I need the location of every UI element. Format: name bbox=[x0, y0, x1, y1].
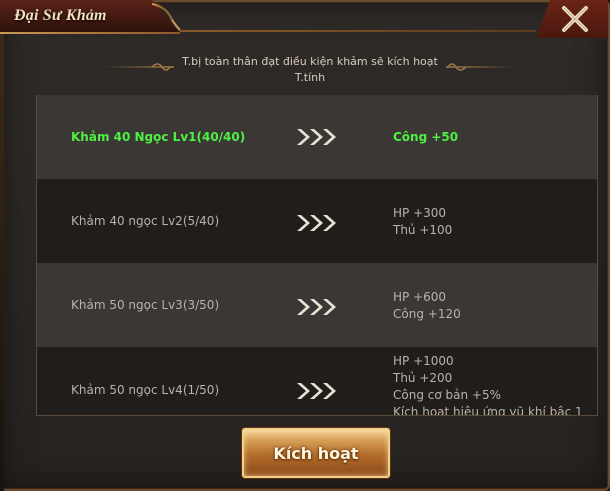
activate-button-label: Kích hoạt bbox=[273, 444, 359, 463]
tier-3-effect-2: Công +120 bbox=[393, 307, 461, 321]
tier-4-effect-1: HP +1000 bbox=[393, 354, 454, 368]
tier-4-effect-4: Kích hoạt hiệu ứng vũ khí bậc 1 bbox=[393, 405, 583, 416]
close-x-icon bbox=[562, 6, 588, 32]
tier-1-effects: Công +50 bbox=[393, 129, 458, 146]
info-line-2: T.tính bbox=[294, 71, 326, 84]
tier-2-label: Khảm 40 ngọc Lv2(5/40) bbox=[71, 214, 220, 228]
tier-4-effect-3: Công cơ bản +5% bbox=[393, 388, 501, 402]
tier-1-label: Khảm 40 Ngọc Lv1(40/40) bbox=[71, 130, 246, 144]
inlay-tier-list[interactable]: Khảm 40 Ngọc Lv1(40/40) Công +50 Khảm 40… bbox=[36, 95, 598, 416]
close-button[interactable] bbox=[536, 0, 608, 38]
info-divider-right bbox=[446, 66, 516, 68]
tier-4-effects: HP +1000 Thủ +200 Công cơ bản +5% Kích h… bbox=[393, 353, 583, 416]
tier-2-effect-2: Thủ +100 bbox=[393, 223, 453, 237]
info-text: T.bị toàn thân đạt điều kiện khảm sẽ kíc… bbox=[170, 54, 450, 86]
left-edge bbox=[0, 34, 4, 491]
tier-3-effects: HP +600 Công +120 bbox=[393, 289, 461, 323]
activate-button[interactable]: Kích hoạt bbox=[242, 428, 390, 478]
tier-3-label: Khảm 50 ngọc Lv3(3/50) bbox=[71, 298, 220, 312]
tier-row-3: Khảm 50 ngọc Lv3(3/50) HP +600 Công +120 bbox=[37, 263, 597, 347]
tier-4-label: Khảm 50 ngọc Lv4(1/50) bbox=[71, 383, 220, 397]
title-bar: Đại Sư Khảm bbox=[0, 0, 610, 38]
tier-2-effect-1: HP +300 bbox=[393, 206, 447, 220]
tier-row-2: Khảm 40 ngọc Lv2(5/40) HP +300 Thủ +100 bbox=[37, 179, 597, 263]
tier-row-1: Khảm 40 Ngọc Lv1(40/40) Công +50 bbox=[37, 95, 597, 179]
info-line-1: T.bị toàn thân đạt điều kiện khảm sẽ kíc… bbox=[182, 55, 438, 68]
tier-1-effect-1: Công +50 bbox=[393, 130, 459, 144]
triple-chevron-right-icon bbox=[297, 129, 336, 145]
triple-chevron-right-icon bbox=[297, 215, 336, 231]
tier-3-effect-1: HP +600 bbox=[393, 290, 447, 304]
triple-chevron-right-icon bbox=[297, 383, 336, 399]
title-ornament-icon bbox=[151, 3, 181, 31]
ornament-left-icon bbox=[151, 63, 171, 71]
tier-4-effect-2: Thủ +200 bbox=[393, 371, 453, 385]
tier-2-effects: HP +300 Thủ +100 bbox=[393, 205, 452, 239]
tier-row-4: Khảm 50 ngọc Lv4(1/50) HP +1000 Thủ +200… bbox=[37, 347, 597, 416]
dialog-title: Đại Sư Khảm bbox=[14, 7, 107, 24]
triple-chevron-right-icon bbox=[297, 299, 336, 315]
title-divider bbox=[180, 30, 536, 32]
